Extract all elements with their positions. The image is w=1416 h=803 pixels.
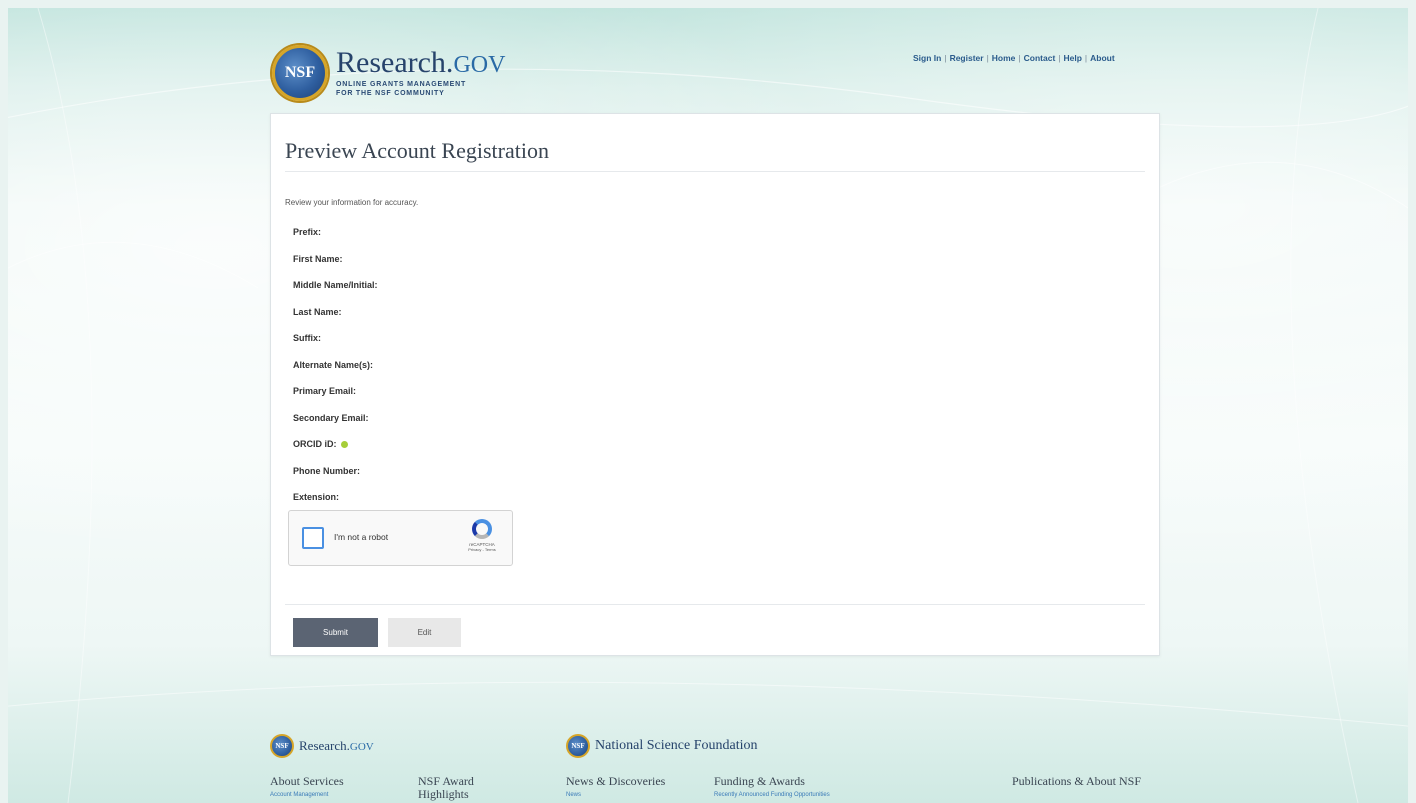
logo-title: Research.GOV xyxy=(336,46,506,79)
divider xyxy=(285,171,1145,172)
recaptcha-logo: reCAPTCHA Privacy - Terms xyxy=(462,519,502,552)
footer-col-funding[interactable]: Funding & Awards Recently Announced Fund… xyxy=(714,775,934,802)
page-title: Preview Account Registration xyxy=(285,138,549,163)
footer-col-publications[interactable]: Publications & About NSF xyxy=(1012,775,1152,788)
nsf-seal-icon: NSF xyxy=(270,734,294,758)
registration-preview-card: Preview Account Registration Review your… xyxy=(270,113,1160,656)
recaptcha-label: I'm not a robot xyxy=(334,532,389,542)
field-secondary-email: Secondary Email: xyxy=(293,412,369,423)
field-extension: Extension: xyxy=(293,492,340,503)
field-last-name: Last Name: xyxy=(293,306,342,317)
field-prefix: Prefix: xyxy=(293,227,322,238)
page-background: NSF Research.GOV ONLINE GRANTS MANAGEMEN… xyxy=(8,8,1408,803)
footer-col-news[interactable]: News & Discoveries News xyxy=(566,775,706,802)
footer-col-about-services[interactable]: About Services Account Management xyxy=(270,775,400,802)
nsf-seal-icon: NSF xyxy=(566,734,590,758)
intro-text: Review your information for accuracy. xyxy=(285,198,419,207)
field-middle-name: Middle Name/Initial: xyxy=(293,280,378,291)
orcid-icon xyxy=(340,440,348,448)
field-orcid: ORCID iD: xyxy=(293,431,378,458)
nav-help[interactable]: Help xyxy=(1064,53,1082,63)
nav-about[interactable]: About xyxy=(1090,53,1115,63)
field-alternate-names: Alternate Name(s): xyxy=(293,359,374,370)
top-navigation: Sign In | Register | Home | Contact | Help | About xyxy=(913,53,1115,63)
nav-sign-in[interactable]: Sign In xyxy=(913,53,941,63)
footer-research-gov-logo[interactable]: NSF Research.GOV xyxy=(270,734,374,758)
research-gov-logo[interactable]: NSF Research.GOV ONLINE GRANTS MANAGEMEN… xyxy=(272,38,532,108)
footer-nsf-logo[interactable]: NSF National Science Foundation xyxy=(566,734,758,758)
field-list: Prefix: First Name: Middle Name/Initial:… xyxy=(293,219,378,511)
nav-register[interactable]: Register xyxy=(950,53,984,63)
divider xyxy=(285,604,1145,605)
nav-contact[interactable]: Contact xyxy=(1024,53,1056,63)
recaptcha-icon xyxy=(472,519,492,539)
edit-button[interactable]: Edit xyxy=(388,618,461,647)
field-primary-email: Primary Email: xyxy=(293,386,357,397)
nav-home[interactable]: Home xyxy=(992,53,1016,63)
footer-col-award-highlights[interactable]: NSF Award Highlights xyxy=(418,775,508,801)
footer: NSF Research.GOV NSF National Science Fo… xyxy=(8,708,1408,803)
recaptcha-widget: I'm not a robot reCAPTCHA Privacy - Term… xyxy=(288,510,513,566)
recaptcha-terms-link[interactable]: Privacy - Terms xyxy=(462,547,502,552)
submit-button[interactable]: Submit xyxy=(293,618,378,647)
field-suffix: Suffix: xyxy=(293,333,321,344)
field-phone-number: Phone Number: xyxy=(293,465,361,476)
nsf-seal-icon: NSF xyxy=(272,45,328,101)
field-first-name: First Name: xyxy=(293,253,343,264)
logo-subtitle-line2: FOR THE NSF COMMUNITY xyxy=(336,90,445,97)
logo-subtitle-line1: ONLINE GRANTS MANAGEMENT xyxy=(336,81,467,88)
recaptcha-checkbox[interactable] xyxy=(302,527,324,549)
